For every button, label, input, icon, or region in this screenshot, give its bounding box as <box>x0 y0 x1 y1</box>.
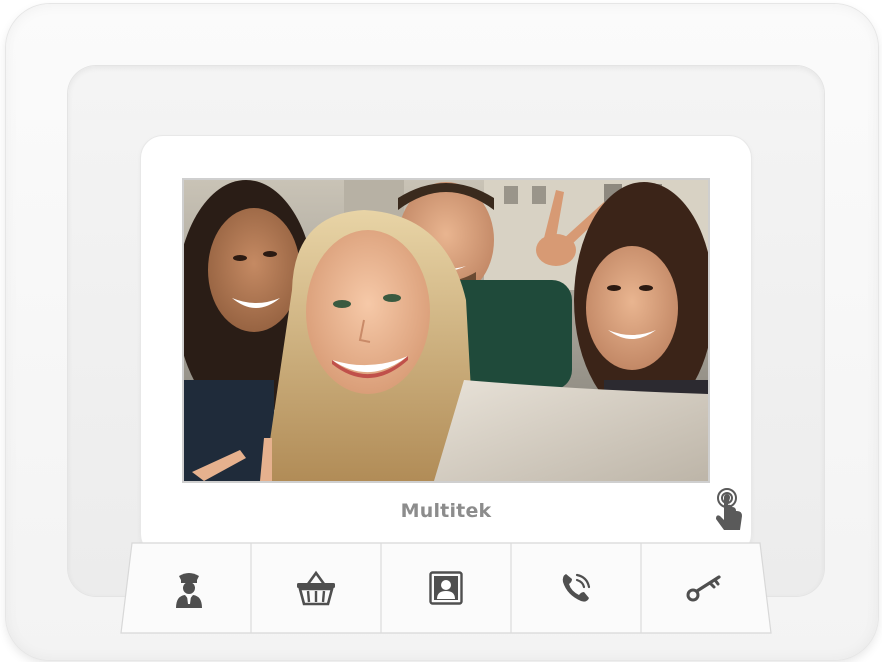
contacts-button[interactable] <box>381 542 511 634</box>
video-screen[interactable] <box>182 178 710 483</box>
key-icon <box>686 575 721 602</box>
security-guard-icon <box>175 573 202 608</box>
security-button[interactable] <box>126 542 251 634</box>
touch-icon <box>712 486 746 536</box>
contact-portrait-icon <box>429 571 463 605</box>
brand-logo: Multitek <box>400 500 492 522</box>
call-button[interactable] <box>511 542 641 634</box>
shopping-button[interactable] <box>251 542 381 634</box>
door-unlock-button[interactable] <box>641 542 766 634</box>
video-feed-image <box>184 180 708 481</box>
button-bar <box>120 542 772 634</box>
shopping-basket-icon <box>297 570 335 606</box>
phone-call-icon <box>562 573 591 602</box>
